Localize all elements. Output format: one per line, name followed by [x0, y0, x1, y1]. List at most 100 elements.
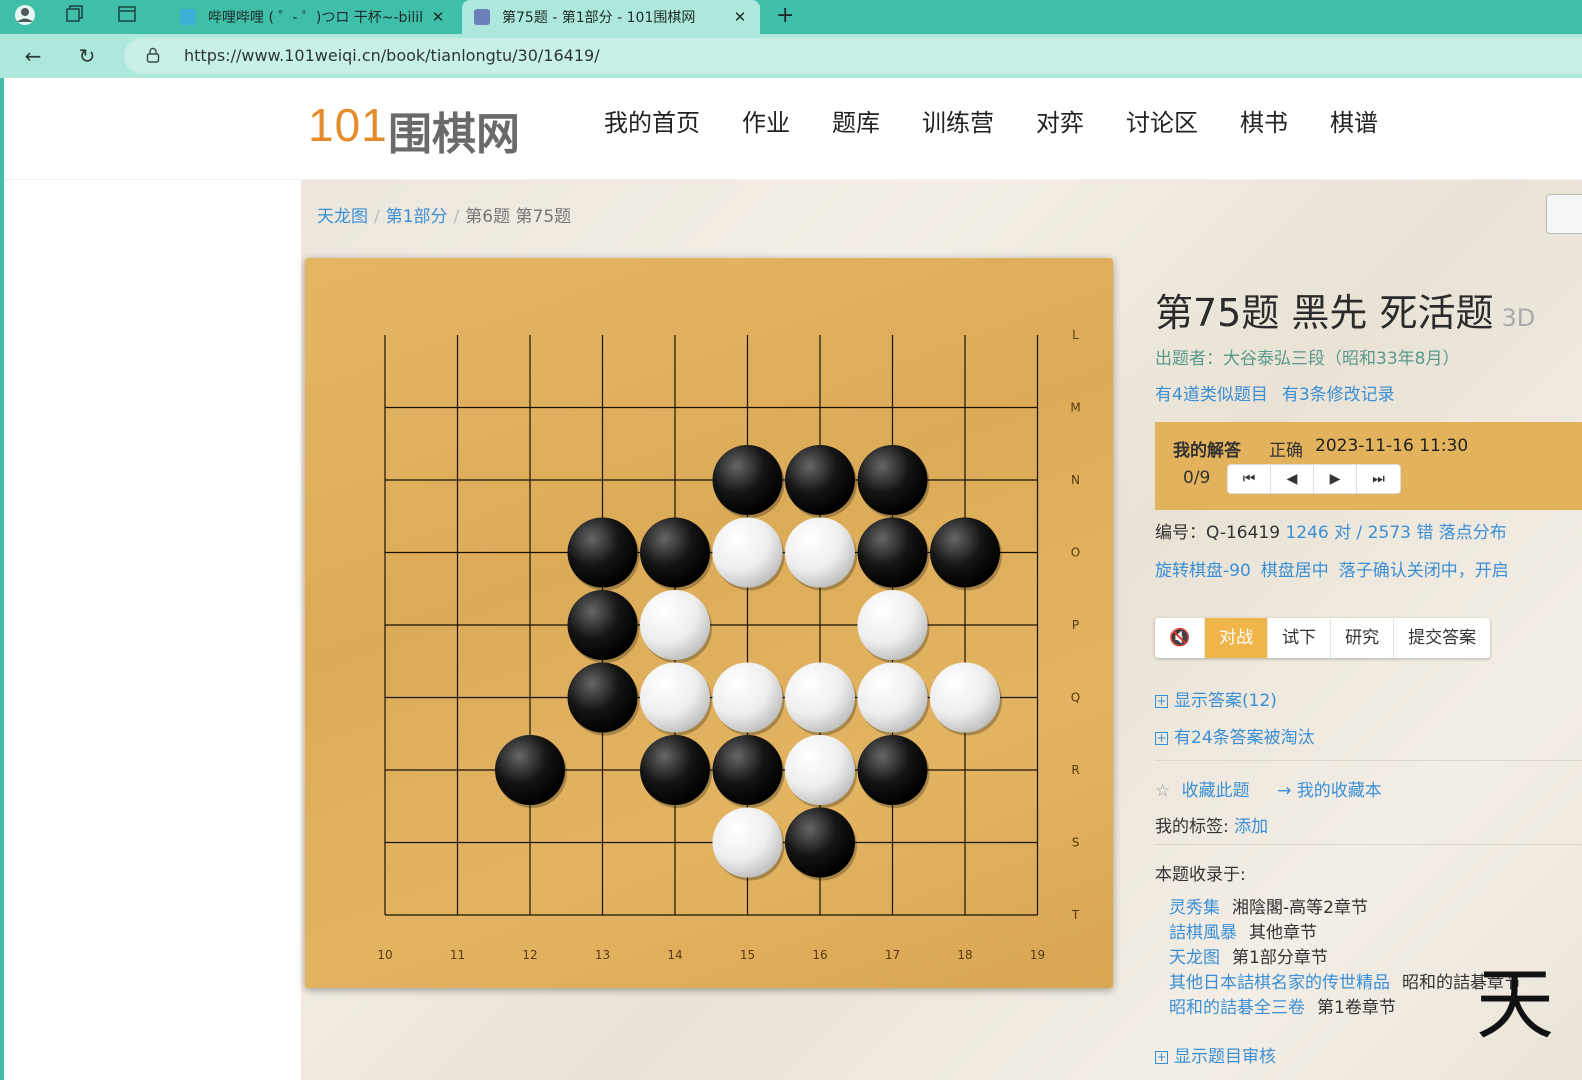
nav-homework[interactable]: 作业: [742, 100, 790, 146]
answer-status: 正确: [1269, 441, 1303, 461]
close-tab-icon[interactable]: ✕: [732, 8, 748, 26]
book-link[interactable]: 天龙图: [1169, 948, 1220, 968]
eliminated-answers-toggle[interactable]: + 有24条答案被淘汰: [1155, 723, 1315, 748]
nav-problems[interactable]: 题库: [832, 100, 880, 146]
book-link[interactable]: 灵秀集: [1169, 898, 1220, 918]
tab-actions-icon[interactable]: [114, 4, 140, 28]
included-in-list: 灵秀集 湘陰閣-高等2章节 詰棋風暴 其他章节 天龙图 第1部分章节 其他日本詰棋名家…: [1169, 896, 1521, 1021]
url-text: https://www.101weiqi.cn/book/tianlongtu/…: [184, 46, 600, 65]
white-stone: [712, 807, 783, 878]
tags-label: 我的标签:: [1155, 817, 1229, 837]
problem-title-text: 第75题 黑先 死活题: [1155, 291, 1494, 335]
problem-level: 3D: [1501, 304, 1536, 332]
nav-forum[interactable]: 讨论区: [1126, 100, 1198, 146]
move-confirm-link[interactable]: 落子确认关闭中，开启: [1339, 561, 1509, 581]
black-stone: [857, 735, 928, 805]
show-answers-toggle[interactable]: + 显示答案(12): [1155, 686, 1277, 711]
bilibili-favicon-icon: [180, 9, 196, 25]
book-link[interactable]: 昭和的詰碁全三卷: [1169, 998, 1305, 1018]
problem-id-line: 编号：Q-16419 1246 对 / 2573 错 落点分布: [1155, 518, 1507, 543]
mode-research-button[interactable]: 研究: [1331, 618, 1395, 658]
column-label: 18: [957, 948, 972, 962]
black-stone: [567, 590, 638, 660]
web-page: 101 围棋网 我的首页 作业 题库 训练营 对弈 讨论区 棋书 棋谱 天龙图 /…: [0, 78, 1582, 1080]
problem-sidebar: 第75题 黑先 死活题 3D 出题者：大谷泰弘三段（昭和33年8月） 有4道类似题…: [1155, 180, 1582, 1080]
divider: [1155, 760, 1582, 761]
white-stone: [785, 517, 855, 588]
book-link[interactable]: 詰棋風暴: [1169, 923, 1237, 943]
favorite-link[interactable]: 收藏此题: [1182, 781, 1250, 801]
problem-author: 出题者：大谷泰弘三段（昭和33年8月）: [1155, 349, 1460, 369]
expand-icon: +: [1155, 731, 1168, 745]
black-stone: [930, 517, 1000, 588]
expand-icon: +: [1155, 694, 1168, 708]
prev-move-icon[interactable]: ◀: [1271, 465, 1314, 493]
replay-controls: ⏮ ◀ ▶ ⏭: [1227, 464, 1401, 494]
column-label: 11: [450, 948, 465, 962]
board-options: 旋转棋盘-90 棋盘居中 落子确认关闭中，开启: [1155, 556, 1519, 581]
side-tab-button[interactable]: [1546, 194, 1582, 234]
logo-number[interactable]: 101: [308, 98, 388, 152]
star-icon[interactable]: ☆: [1155, 781, 1170, 801]
revisions-link[interactable]: 有3条修改记录: [1282, 385, 1395, 405]
expand-icon: +: [1155, 1050, 1168, 1064]
nav-home[interactable]: 我的首页: [604, 100, 700, 146]
distribution-link[interactable]: 落点分布: [1439, 523, 1507, 543]
next-move-icon[interactable]: ▶: [1314, 465, 1357, 493]
rotate-board-link[interactable]: 旋转棋盘-90: [1155, 561, 1251, 581]
breadcrumb-part[interactable]: 第1部分: [386, 207, 448, 227]
show-review-toggle[interactable]: + 显示题目审核: [1155, 1042, 1276, 1067]
tab-bilibili[interactable]: 哔哩哔哩 ( ゜- ゜)つロ 干杯~-bilil ✕: [168, 0, 458, 34]
chapter-name: 第1部分章节: [1232, 948, 1328, 968]
my-favorites-link[interactable]: → 我的收藏本: [1277, 781, 1382, 801]
submit-answer-button[interactable]: 提交答案: [1394, 618, 1490, 658]
row-label: S: [1072, 836, 1080, 850]
center-board-link[interactable]: 棋盘居中: [1261, 561, 1329, 581]
column-label: 10: [377, 948, 392, 962]
list-item: 其他日本詰棋名家的传世精品 昭和的詰碁章节: [1169, 971, 1521, 996]
mute-icon[interactable]: 🔇: [1155, 618, 1206, 658]
add-tag-link[interactable]: 添加: [1234, 817, 1268, 837]
collections-icon[interactable]: [62, 4, 88, 28]
close-tab-icon[interactable]: ✕: [430, 8, 446, 26]
black-stone: [857, 517, 928, 588]
last-move-icon[interactable]: ⏭: [1357, 465, 1400, 493]
chapter-name: 其他章节: [1249, 923, 1317, 943]
new-tab-icon[interactable]: +: [776, 0, 794, 34]
white-stone: [640, 590, 710, 660]
mode-buttons: 🔇 对战 试下 研究 提交答案: [1155, 618, 1491, 658]
nav-kifu[interactable]: 棋谱: [1330, 100, 1378, 146]
row-label: N: [1071, 473, 1080, 487]
back-arrow-icon[interactable]: ←: [18, 41, 48, 71]
first-move-icon[interactable]: ⏮: [1228, 465, 1271, 493]
mode-try-button[interactable]: 试下: [1268, 618, 1332, 658]
nav-training[interactable]: 训练营: [922, 100, 994, 146]
reload-icon[interactable]: ↻: [72, 41, 102, 71]
nav-play[interactable]: 对弈: [1036, 100, 1084, 146]
go-board-grid[interactable]: 10 11 12 13 14 15 16 17 18 19 L M N O P Q R S T: [305, 258, 1113, 988]
tab-101weiqi[interactable]: 第75题 - 第1部分 - 101围棋网 ✕: [462, 0, 760, 34]
chapter-name: 湘陰閣-高等2章节: [1232, 898, 1368, 918]
answer-time: 2023-11-16 11:30: [1315, 436, 1469, 456]
white-stone: [785, 662, 855, 733]
black-stone: [857, 445, 928, 515]
problem-title: 第75题 黑先 死活题 3D: [1155, 282, 1535, 337]
black-stone: [567, 662, 638, 733]
black-stone: [785, 807, 855, 878]
go-board[interactable]: 10 11 12 13 14 15 16 17 18 19 L M N O P Q R S T: [305, 258, 1113, 988]
logo-text[interactable]: 围棋网: [388, 98, 520, 162]
book-link[interactable]: 其他日本詰棋名家的传世精品: [1169, 973, 1390, 993]
nav-books[interactable]: 棋书: [1240, 100, 1288, 146]
tab-title: 第75题 - 第1部分 - 101围棋网: [502, 10, 696, 26]
row-label: P: [1072, 618, 1079, 632]
problem-stats[interactable]: 1246 对 / 2573 错: [1285, 523, 1433, 543]
black-stone: [640, 517, 710, 588]
row-label: T: [1071, 908, 1080, 922]
url-field[interactable]: https://www.101weiqi.cn/book/tianlongtu/…: [124, 38, 1582, 74]
breadcrumb-book[interactable]: 天龙图: [317, 207, 368, 227]
profile-icon[interactable]: [12, 4, 38, 28]
mode-battle-button[interactable]: 对战: [1205, 618, 1269, 658]
similar-problems-link[interactable]: 有4道类似题目: [1155, 385, 1268, 405]
divider: [1155, 844, 1582, 845]
column-label: 16: [812, 948, 827, 962]
